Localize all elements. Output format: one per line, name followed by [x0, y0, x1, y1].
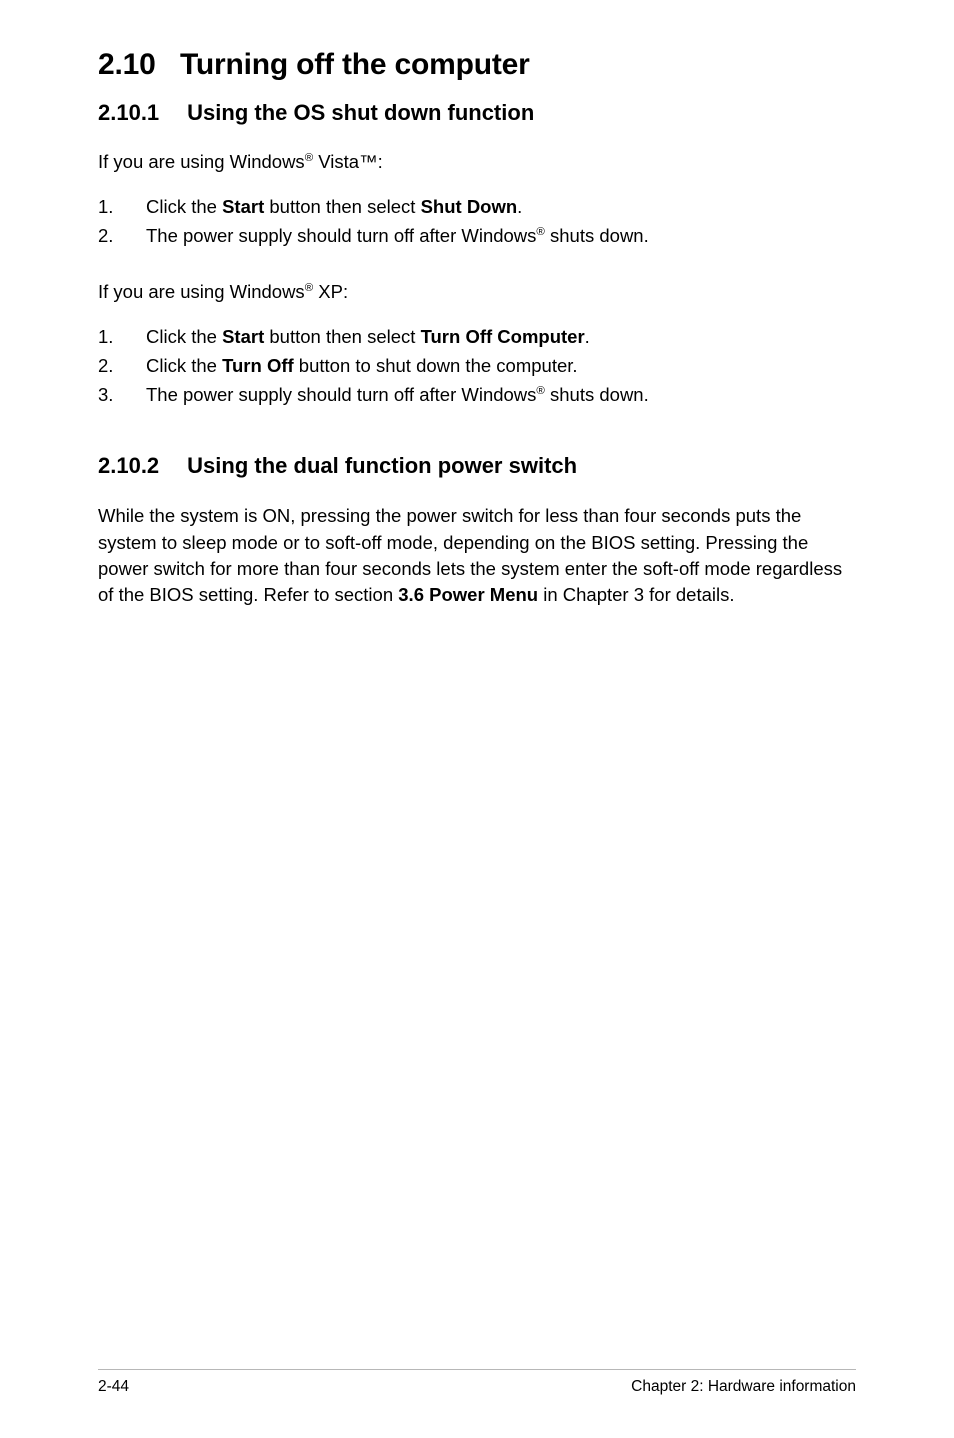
registered-icon: ® — [536, 225, 544, 237]
xp-steps-list: 1. Click the Start button then select Tu… — [98, 323, 856, 409]
subsection-1-number: 2.10.1 — [98, 100, 159, 126]
step-text: Click the — [146, 326, 222, 347]
subsection-2-title: Using the dual function power switch — [187, 453, 577, 478]
subsection-2-paragraph: While the system is ON, pressing the pow… — [98, 503, 856, 608]
footer-row: 2-44 Chapter 2: Hardware information — [98, 1378, 856, 1396]
step-text: The power supply should turn off after W… — [146, 384, 536, 405]
step-bold: Start — [222, 196, 264, 217]
subsection-1-title: Using the OS shut down function — [187, 100, 534, 125]
list-item: 1. Click the Start button then select Sh… — [98, 193, 856, 222]
step-text: Click the — [146, 355, 222, 376]
section-title-text: Turning off the computer — [180, 48, 530, 81]
list-number: 1. — [98, 193, 113, 222]
step-text: button then select — [264, 326, 420, 347]
step-text: Click the — [146, 196, 222, 217]
registered-icon: ® — [536, 384, 544, 396]
step-text: shuts down. — [545, 225, 649, 246]
list-item: 2. The power supply should turn off afte… — [98, 222, 856, 251]
step-bold: Turn Off Computer — [421, 326, 585, 347]
step-text: . — [585, 326, 590, 347]
list-item: 2. Click the Turn Off button to shut dow… — [98, 352, 856, 381]
para-text: in Chapter 3 for details. — [538, 584, 734, 605]
subsection-2-heading: 2.10.2 Using the dual function power swit… — [98, 453, 856, 479]
step-bold: Turn Off — [222, 355, 294, 376]
list-number: 1. — [98, 323, 113, 352]
page-content: 2.10 Turning off the computer 2.10.1 Usin… — [98, 48, 856, 608]
section-heading: 2.10 Turning off the computer — [98, 48, 856, 82]
page-number: 2-44 — [98, 1378, 129, 1396]
list-item: 3. The power supply should turn off afte… — [98, 381, 856, 410]
step-bold: Start — [222, 326, 264, 347]
section-number: 2.10 — [98, 48, 156, 81]
registered-icon: ® — [305, 152, 313, 164]
step-text: The power supply should turn off after W… — [146, 225, 536, 246]
vista-intro: If you are using Windows® Vista™: — [98, 150, 856, 175]
list-number: 3. — [98, 381, 113, 410]
step-text: button then select — [264, 196, 420, 217]
vista-intro-after: Vista™: — [313, 151, 383, 172]
list-number: 2. — [98, 222, 113, 251]
page-footer: 2-44 Chapter 2: Hardware information — [98, 1369, 856, 1396]
xp-intro: If you are using Windows® XP: — [98, 280, 856, 305]
step-bold: Shut Down — [421, 196, 518, 217]
registered-icon: ® — [305, 282, 313, 294]
chapter-label: Chapter 2: Hardware information — [631, 1378, 856, 1396]
vista-intro-before: If you are using Windows — [98, 151, 305, 172]
step-text: button to shut down the computer. — [294, 355, 578, 376]
xp-intro-before: If you are using Windows — [98, 281, 305, 302]
footer-divider — [98, 1369, 856, 1370]
list-item: 1. Click the Start button then select Tu… — [98, 323, 856, 352]
subsection-1-heading: 2.10.1 Using the OS shut down function — [98, 100, 856, 126]
step-text: shuts down. — [545, 384, 649, 405]
step-text: . — [517, 196, 522, 217]
vista-steps-list: 1. Click the Start button then select Sh… — [98, 193, 856, 250]
list-number: 2. — [98, 352, 113, 381]
xp-intro-after: XP: — [313, 281, 348, 302]
para-bold: 3.6 Power Menu — [398, 584, 538, 605]
subsection-2-number: 2.10.2 — [98, 453, 159, 479]
